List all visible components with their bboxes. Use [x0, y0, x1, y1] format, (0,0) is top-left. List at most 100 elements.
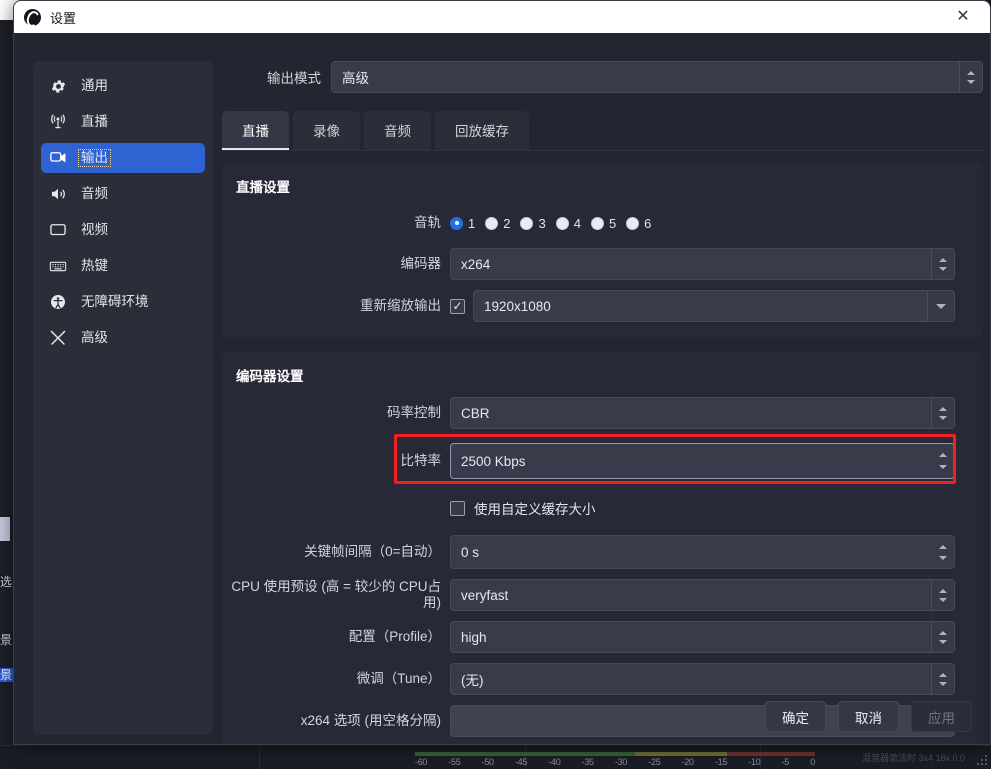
sidebar-item-video[interactable]: 视频 — [41, 215, 205, 245]
sidebar-item-output[interactable]: 输出 — [41, 143, 205, 173]
audio-track-option-label: 2 — [503, 215, 511, 231]
chevron-up-icon — [939, 588, 947, 593]
tune-select[interactable]: (无) — [450, 663, 955, 695]
radio-dot-icon — [590, 216, 604, 230]
dialog-title: 设置 — [50, 10, 77, 26]
chevron-up-icon — [939, 257, 947, 262]
chevron-down-icon — [938, 555, 947, 560]
encoder-select[interactable]: x264 — [450, 248, 955, 280]
db-tick: -55 — [448, 757, 461, 767]
chevron-up-icon — [939, 672, 947, 677]
encoder-label: 编码器 — [400, 256, 442, 271]
streaming-settings-title: 直播设置 — [236, 180, 290, 195]
db-tick: -50 — [481, 757, 494, 767]
sidebar-item-audio[interactable]: 音频 — [41, 179, 205, 209]
sidebar-item-accessibility[interactable]: 无障碍环境 — [41, 287, 205, 317]
profile-select[interactable]: high — [450, 621, 955, 653]
radio-dot-icon — [450, 216, 463, 230]
tab-audio[interactable]: 音频 — [364, 111, 431, 150]
keyframe-interval-spinbox[interactable]: 0 s — [450, 535, 955, 569]
bitrate-spinbox[interactable]: 2500 Kbps — [450, 443, 955, 479]
sidebar-item-label: 直播 — [81, 114, 108, 129]
keyframe-interval-spinner[interactable] — [931, 536, 954, 568]
db-tick: -10 — [748, 757, 761, 767]
cpu-preset-spinner[interactable] — [931, 580, 954, 610]
chevron-down-icon — [939, 266, 947, 271]
tabs-underline — [222, 150, 983, 151]
ok-button[interactable]: 确定 — [765, 701, 826, 732]
audio-track-radio-4[interactable]: 4 — [555, 216, 581, 231]
chevron-down-icon — [936, 303, 946, 309]
audio-track-radio-6[interactable]: 6 — [626, 216, 651, 231]
tab-replay-buffer[interactable]: 回放缓存 — [435, 111, 529, 150]
sidebar-item-label: 高级 — [81, 330, 108, 345]
sidebar-item-advanced[interactable]: 高级 — [41, 323, 205, 353]
chevron-up-icon — [938, 453, 947, 457]
db-tick: -45 — [514, 757, 528, 767]
audio-track-radio-1[interactable]: 1 — [450, 216, 475, 231]
sidebar-item-general[interactable]: 通用 — [41, 71, 205, 101]
audio-track-option-label: 3 — [538, 215, 546, 231]
bg-dock-divider — [259, 745, 260, 769]
audio-track-label: 音轨 — [414, 215, 441, 230]
radio-dot-icon — [626, 216, 640, 230]
chevron-up-icon — [939, 406, 947, 411]
broadcast-icon — [49, 113, 67, 131]
custom-buffer-checkbox[interactable] — [450, 500, 465, 516]
keyframe-interval-row: 关键帧间隔（0=自动） 0 s — [224, 535, 969, 569]
audio-track-radio-5[interactable]: 5 — [590, 216, 616, 231]
keyframe-interval-value: 0 s — [461, 544, 480, 560]
rescale-output-row: 重新缩放输出 1920x1080 — [224, 290, 969, 322]
monitor-icon — [49, 221, 67, 239]
output-mode-select[interactable]: 高级 — [331, 61, 983, 93]
tune-value: (无) — [461, 673, 484, 688]
profile-spinner[interactable] — [931, 622, 954, 652]
sidebar-item-hotkeys[interactable]: 热键 — [41, 251, 205, 281]
streaming-settings-card: 直播设置 音轨 1 2 3 4 5 6 编码器 x264 重新缩放输出 ✓ 19… — [222, 163, 983, 338]
sidebar-item-label: 通用 — [81, 78, 108, 93]
rate-control-select[interactable]: CBR — [450, 397, 955, 429]
chevron-down-icon — [939, 415, 947, 420]
output-mode-spinner[interactable] — [959, 62, 982, 92]
db-tick: -5 — [781, 757, 790, 767]
bg-text-fragment: 景 — [0, 633, 13, 647]
rate-control-spinner[interactable] — [931, 398, 954, 428]
db-tick: -30 — [614, 757, 628, 767]
output-screen-icon — [49, 149, 67, 167]
sidebar-item-label: 视频 — [81, 222, 108, 237]
cancel-button[interactable]: 取消 — [838, 701, 899, 732]
apply-button[interactable]: 应用 — [911, 701, 972, 732]
rescale-output-checkbox[interactable] — [450, 298, 465, 314]
bg-status-bar: -60 -55 -50 -45 -40 -35 -30 -25 -20 -15 … — [0, 745, 991, 769]
bitrate-spinner[interactable] — [931, 444, 954, 478]
encoder-spinner[interactable] — [931, 249, 954, 279]
db-tick: -60 — [415, 757, 428, 767]
audio-track-radio-2[interactable]: 2 — [485, 216, 510, 231]
sidebar-item-stream[interactable]: 直播 — [41, 107, 205, 137]
radio-dot-icon — [485, 216, 499, 230]
audio-meter-db-scale: -60 -55 -50 -45 -40 -35 -30 -25 -20 -15 … — [415, 747, 815, 767]
cpu-preset-select[interactable]: veryfast — [450, 579, 955, 611]
bitrate-row: 比特率 2500 Kbps — [224, 443, 969, 479]
close-icon[interactable]: ✕ — [942, 3, 984, 31]
dialog-footer: 确定 取消 应用 — [765, 701, 972, 732]
audio-track-radio-3[interactable]: 3 — [520, 215, 546, 231]
rescale-resolution-dropdown-button[interactable] — [927, 291, 954, 321]
custom-buffer-label: 使用自定义缓存大小 — [474, 502, 596, 517]
rate-control-label: 码率控制 — [387, 405, 441, 420]
profile-value: high — [461, 629, 487, 645]
rate-control-row: 码率控制 CBR — [224, 397, 969, 429]
bitrate-label: 比特率 — [400, 453, 442, 468]
resize-grip[interactable] — [975, 753, 987, 765]
tools-icon — [49, 329, 67, 347]
tab-streaming[interactable]: 直播 — [222, 111, 289, 150]
audio-track-radio-group: 1 2 3 4 5 6 — [450, 216, 651, 231]
audio-track-row: 音轨 1 2 3 4 5 6 — [224, 208, 969, 238]
cpu-preset-row: CPU 使用预设 (高 = 较少的 CPU占用) veryfast — [224, 579, 969, 611]
tune-spinner[interactable] — [931, 664, 954, 694]
tab-recording[interactable]: 录像 — [293, 111, 360, 150]
bg-scrollbar-sliver — [0, 517, 10, 541]
db-tick: -35 — [581, 757, 594, 767]
chevron-up-icon — [938, 544, 947, 549]
rescale-resolution-combobox[interactable]: 1920x1080 — [473, 290, 955, 322]
